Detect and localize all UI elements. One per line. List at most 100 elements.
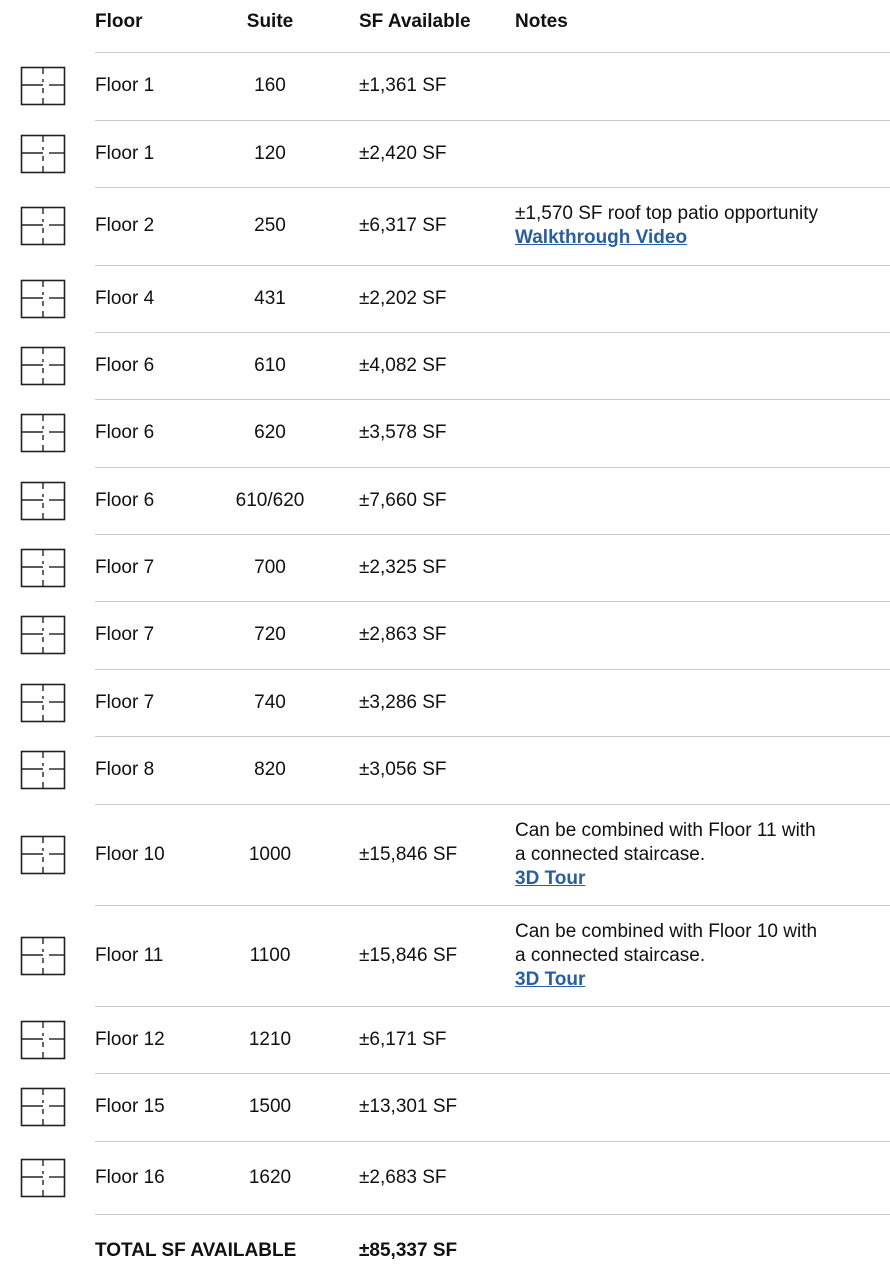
suite-cell: 700: [254, 556, 286, 578]
sf-available-cell: ±2,420 SF: [359, 142, 447, 164]
floor-plan-icon[interactable]: [20, 548, 66, 588]
floor-plan-icon[interactable]: [20, 750, 66, 790]
floor-plan-icon[interactable]: [20, 481, 66, 521]
note-text: a connected staircase.: [515, 944, 706, 966]
suite-cell: 620: [254, 422, 286, 443]
total-row: TOTAL SF AVAILABLE ±85,337 SF: [95, 1240, 457, 1262]
floor-plan-icon[interactable]: [20, 413, 66, 453]
sf-available-cell: ±3,578 SF: [359, 422, 447, 443]
row-divider: [95, 1141, 890, 1142]
sf-available-cell: ±2,202 SF: [359, 287, 447, 309]
sf-available-cell: ±6,171 SF: [359, 1028, 447, 1050]
row-divider: [95, 804, 890, 805]
floor-cell: Floor 6: [95, 422, 155, 443]
suite-cell: 160: [254, 75, 286, 96]
row-divider: [95, 332, 890, 333]
sf-available-cell: ±4,082 SF: [359, 354, 447, 376]
floor-plan-icon[interactable]: [20, 835, 66, 875]
floor-cell: Floor 7: [95, 556, 155, 578]
row-divider: [95, 265, 890, 266]
floor-plan-icon[interactable]: [20, 134, 66, 174]
floor-cell: Floor 12: [95, 1028, 165, 1050]
suite-cell: 720: [254, 624, 286, 645]
suite-cell: 1210: [248, 1028, 292, 1050]
floor-plan-icon[interactable]: [20, 1158, 66, 1198]
floor-cell: Floor 1: [95, 75, 155, 96]
floor-plan-icon[interactable]: [20, 346, 66, 386]
row-divider: [95, 1073, 890, 1074]
row-divider: [95, 399, 890, 400]
floor-cell: Floor 7: [95, 691, 155, 713]
sf-available-cell: ±15,846 SF: [359, 944, 458, 966]
floor-plan-icon[interactable]: [20, 66, 66, 106]
floor-cell: Floor 2: [95, 215, 155, 236]
notes-cell: Can be combined with Floor 10 with a conn…: [515, 920, 890, 992]
suite-cell: 820: [254, 759, 286, 780]
total-value: ±85,337 SF: [359, 1240, 458, 1261]
row-divider: [95, 52, 890, 53]
floor-plan-icon[interactable]: [20, 1020, 66, 1060]
floor-cell: Floor 8: [95, 759, 155, 780]
row-divider: [95, 601, 890, 602]
note-text: Can be combined with Floor 10 with: [515, 920, 818, 942]
floor-plan-icon[interactable]: [20, 683, 66, 723]
sf-available-cell: ±13,301 SF: [359, 1096, 458, 1117]
column-header-notes: Notes: [515, 11, 568, 32]
floor-plan-icon[interactable]: [20, 615, 66, 655]
column-header-sf-available: SF Available: [359, 11, 471, 32]
notes-cell: Can be combined with Floor 11 with a conn…: [515, 819, 890, 891]
suite-cell: 250: [254, 215, 286, 236]
table-header: Floor Suite SF Available Notes: [0, 0, 890, 52]
floor-cell: Floor 7: [95, 624, 155, 645]
notes-link[interactable]: 3D Tour: [515, 968, 585, 992]
sf-available-cell: ±1,361 SF: [359, 75, 447, 96]
sf-available-cell: ±3,286 SF: [359, 691, 447, 713]
row-divider: [95, 669, 890, 670]
note-text: Can be combined with Floor 11 with: [515, 819, 816, 841]
floor-plan-icon[interactable]: [20, 936, 66, 976]
sf-available-cell: ±2,863 SF: [359, 624, 447, 645]
note-text: a connected staircase.: [515, 843, 706, 865]
notes-link[interactable]: 3D Tour: [515, 867, 585, 891]
floor-cell: Floor 15: [95, 1096, 165, 1117]
row-divider: [95, 1006, 890, 1007]
column-header-floor: Floor: [95, 11, 143, 32]
floor-cell: Floor 1: [95, 142, 155, 164]
floor-plan-icon[interactable]: [20, 206, 66, 246]
floor-cell: Floor 6: [95, 489, 155, 511]
suite-cell: 610: [254, 354, 286, 376]
row-divider: [95, 736, 890, 737]
notes-cell: ±1,570 SF roof top patio opportunity Walk…: [515, 202, 890, 250]
floor-cell: Floor 4: [95, 287, 155, 309]
suite-cell: 1000: [248, 843, 292, 865]
suite-cell: 1620: [248, 1166, 292, 1188]
row-divider: [95, 120, 890, 121]
floor-cell: Floor 16: [95, 1166, 165, 1188]
suite-cell: 1100: [249, 944, 291, 966]
note-text: ±1,570 SF roof top patio opportunity: [515, 203, 819, 224]
floor-cell: Floor 6: [95, 354, 155, 376]
row-divider: [95, 1214, 890, 1215]
row-divider: [95, 905, 890, 906]
row-divider: [95, 534, 890, 535]
sf-available-cell: ±2,683 SF: [359, 1166, 447, 1188]
row-divider: [95, 467, 890, 468]
sf-available-cell: ±6,317 SF: [359, 215, 447, 236]
floor-cell: Floor 11: [95, 944, 164, 966]
suite-cell: 610/620: [235, 489, 305, 511]
column-header-suite: Suite: [246, 11, 294, 32]
suite-cell: 1500: [248, 1096, 292, 1117]
suite-cell: 120: [254, 142, 286, 164]
row-divider: [95, 187, 890, 188]
sf-available-cell: ±7,660 SF: [359, 489, 447, 511]
sf-available-cell: ±2,325 SF: [359, 556, 447, 578]
suite-cell: 431: [254, 287, 286, 309]
floor-cell: Floor 10: [95, 843, 165, 865]
suite-cell: 740: [254, 691, 286, 713]
sf-available-cell: ±3,056 SF: [359, 759, 447, 780]
total-label: TOTAL SF AVAILABLE: [95, 1240, 297, 1261]
sf-available-cell: ±15,846 SF: [359, 843, 458, 865]
notes-link[interactable]: Walkthrough Video: [515, 226, 687, 250]
floor-plan-icon[interactable]: [20, 1087, 66, 1127]
floor-plan-icon[interactable]: [20, 279, 66, 319]
